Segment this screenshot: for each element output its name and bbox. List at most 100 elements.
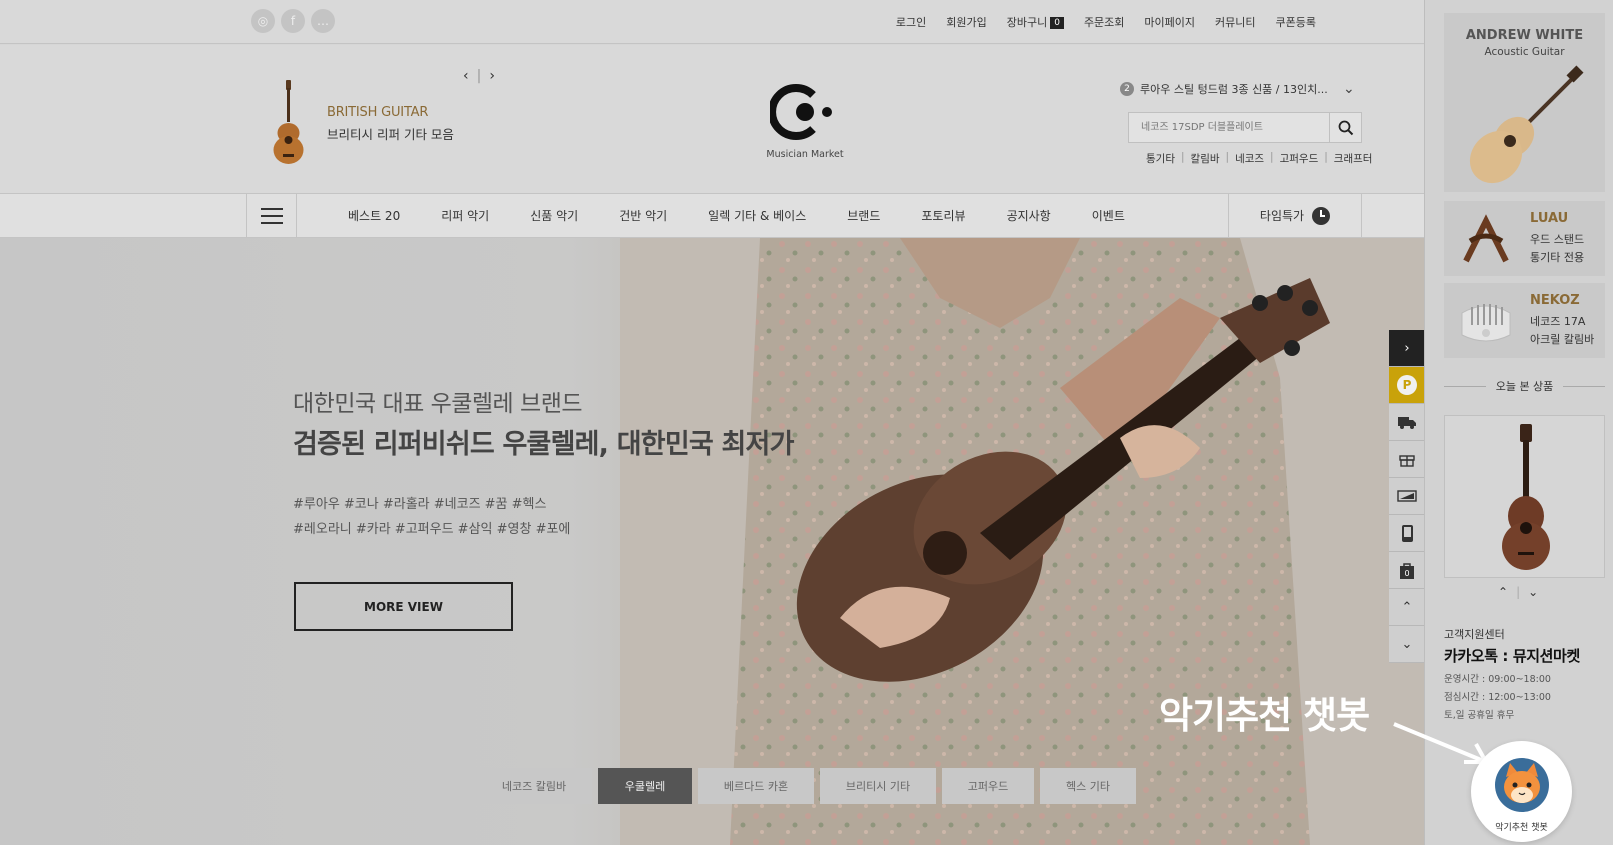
promo-next-icon[interactable]: › — [489, 68, 495, 84]
clock-icon — [1312, 206, 1331, 225]
today-viewed-pager: ⌃ | ⌄ — [1498, 585, 1539, 599]
banner-brand: LUAU — [1530, 211, 1569, 226]
chatbot-callout-label: 악기추천 챗봇 — [1159, 694, 1370, 737]
keyword-link[interactable]: 고퍼우드 — [1280, 151, 1319, 166]
arrow-down-icon[interactable]: ⌄ — [1389, 626, 1425, 663]
chevron-down-icon[interactable]: ⌄ — [1528, 585, 1538, 599]
promo-title[interactable]: BRITISH GUITAR — [327, 105, 428, 120]
timesale-label: 타임특가 — [1259, 209, 1305, 223]
notice-number: 2 — [1120, 82, 1134, 96]
banner-line2: 통기타 전용 — [1530, 251, 1585, 264]
site-logo[interactable]: Musician Market — [760, 81, 850, 160]
chevron-down-icon[interactable]: ⌄ — [1343, 81, 1355, 97]
order-lookup-link[interactable]: 주문조회 — [1084, 14, 1124, 30]
banner-line1: 우드 스탠드 — [1530, 233, 1585, 246]
mypage-link[interactable]: 마이페이지 — [1144, 14, 1195, 30]
coin-icon[interactable]: P — [1389, 367, 1425, 404]
hero-tags-line2: #레오라니 #카라 #고퍼우드 #삼익 #영창 #포에 — [293, 522, 571, 537]
nav-item-electric[interactable]: 일렉 기타 & 베이스 — [708, 207, 806, 224]
hamburger-menu-icon[interactable] — [246, 194, 297, 237]
today-viewed-item[interactable] — [1444, 415, 1605, 578]
cart-link[interactable]: 장바구니 0 — [1007, 14, 1064, 30]
top-utility-bar: ◎ f … 로그인 회원가입 장바구니 0 주문조회 마이페이지 커뮤니티 쿠폰등… — [0, 0, 1424, 44]
logo-caption: Musician Market — [766, 149, 844, 160]
signup-link[interactable]: 회원가입 — [946, 14, 986, 30]
nav-item-photo-review[interactable]: 포토리뷰 — [921, 207, 965, 224]
banner-luau-stand[interactable]: LUAU 우드 스탠드 통기타 전용 — [1444, 201, 1605, 276]
cat-mascot-icon — [1495, 758, 1549, 812]
tab-cajon[interactable]: 베르다드 카혼 — [698, 768, 814, 804]
chevron-up-icon[interactable]: ⌃ — [1498, 585, 1508, 599]
keyword-link[interactable]: 네코즈 — [1235, 151, 1264, 166]
cs-center-label: 고객지원센터 — [1444, 628, 1505, 641]
arrow-up-icon[interactable]: ⌃ — [1389, 589, 1425, 626]
banner-line1: 네코즈 17A — [1530, 315, 1586, 328]
cs-kakao-id[interactable]: 카카오톡 : 뮤지션마켓 — [1444, 645, 1580, 666]
tab-ukulele[interactable]: 우쿨렐레 — [598, 768, 692, 804]
nav-item-notice[interactable]: 공지사항 — [1007, 207, 1051, 224]
facebook-icon[interactable]: f — [281, 9, 305, 33]
nav-item-brand[interactable]: 브랜드 — [847, 207, 880, 224]
keyword-link[interactable]: 크래프터 — [1334, 151, 1373, 166]
quick-bar: › P 0 ⌃ ⌄ — [1389, 330, 1425, 663]
header: ‹ | › BRITISH GUITAR 브리티시 리퍼 기타 모음 Music… — [0, 45, 1424, 193]
arrow-right-icon[interactable]: › — [1389, 330, 1425, 367]
kalimba-image — [1461, 304, 1511, 342]
banner-title: ANDREW WHITE — [1465, 28, 1584, 43]
instagram-icon[interactable]: ◎ — [251, 9, 275, 33]
hero-banner: 대한민국 대표 우쿨렐레 브랜드 검증된 리퍼비쉬드 우쿨렐레, 대한민국 최저… — [0, 238, 1424, 845]
chatbot-button[interactable]: 악기추천 챗봇 — [1471, 741, 1572, 842]
banner-brand: NEKOZ — [1530, 293, 1580, 308]
timesale-button[interactable]: 타임특가 — [1228, 194, 1362, 237]
cs-hours: 운영시간 : 09:00~18:00 — [1444, 674, 1551, 685]
cs-lunch: 점심시간 : 12:00~13:00 — [1444, 692, 1551, 703]
tab-hex-guitar[interactable]: 헥스 기타 — [1040, 768, 1136, 804]
util-links: 로그인 회원가입 장바구니 0 주문조회 마이페이지 커뮤니티 쿠폰등록 — [896, 0, 1316, 44]
ukulele-image — [1502, 424, 1550, 570]
coupon-icon[interactable] — [1389, 478, 1425, 515]
banner-nekoz-kalimba[interactable]: NEKOZ 네코즈 17A 아크릴 칼림바 — [1444, 283, 1605, 358]
banner-subtitle: Acoustic Guitar — [1484, 46, 1565, 58]
banner-line2: 아크릴 칼림바 — [1530, 333, 1595, 346]
nav-item-event[interactable]: 이벤트 — [1092, 207, 1125, 224]
tab-gopherwood[interactable]: 고퍼우드 — [942, 768, 1034, 804]
gift-icon[interactable] — [1389, 441, 1425, 478]
notice-ticker[interactable]: 2 루아우 스틸 텅드럼 3종 신품 / 13인치... — [1120, 81, 1328, 97]
coupon-register-link[interactable]: 쿠폰등록 — [1276, 14, 1316, 30]
bag-icon[interactable]: 0 — [1389, 552, 1425, 589]
banner-andrew-white[interactable]: ANDREW WHITE Acoustic Guitar — [1444, 13, 1605, 192]
acoustic-guitar-image — [1469, 65, 1584, 184]
acoustic-guitar-image[interactable] — [268, 78, 308, 166]
nav-item-new[interactable]: 신품 악기 — [530, 207, 578, 224]
community-link[interactable]: 커뮤니티 — [1215, 14, 1255, 30]
bag-count: 0 — [1404, 569, 1409, 578]
talk-icon[interactable]: … — [311, 9, 335, 33]
guitar-stand-image — [1463, 214, 1509, 263]
hero-subtitle: 대한민국 대표 우쿨렐레 브랜드 — [293, 391, 583, 417]
search-input[interactable] — [1129, 113, 1329, 142]
nav-item-refurb[interactable]: 리퍼 악기 — [441, 207, 489, 224]
tab-british-guitar[interactable]: 브리티시 기타 — [820, 768, 936, 804]
hero-title: 검증된 리퍼비쉬드 우쿨렐레, 대한민국 최저가 — [293, 429, 794, 460]
chatbot-button-label: 악기추천 챗봇 — [1495, 823, 1548, 833]
phone-icon[interactable] — [1389, 515, 1425, 552]
promo-arrows: ‹ | › — [463, 68, 495, 84]
nav-item-keyboard[interactable]: 건반 악기 — [619, 207, 667, 224]
cart-count-badge: 0 — [1050, 17, 1064, 29]
search-button[interactable] — [1329, 113, 1361, 142]
logo-mark-icon — [768, 84, 832, 140]
tab-kalimba[interactable]: 네코즈 칼림바 — [476, 768, 592, 804]
login-link[interactable]: 로그인 — [896, 14, 926, 30]
nav-item-best20[interactable]: 베스트 20 — [348, 207, 400, 224]
cart-label: 장바구니 — [1006, 16, 1048, 29]
hero-category-tabs: 네코즈 칼림바 우쿨렐레 베르다드 카혼 브리티시 기타 고퍼우드 헥스 기타 — [476, 768, 1136, 804]
search-icon — [1338, 120, 1353, 135]
more-view-button[interactable]: MORE VIEW — [294, 582, 513, 631]
main-nav: 베스트 20 리퍼 악기 신품 악기 건반 악기 일렉 기타 & 베이스 브랜드… — [0, 193, 1424, 238]
keyword-link[interactable]: 칼림바 — [1191, 151, 1220, 166]
promo-subtitle[interactable]: 브리티시 리퍼 기타 모음 — [327, 124, 454, 143]
truck-icon[interactable] — [1389, 404, 1425, 441]
keyword-link[interactable]: 통기타 — [1146, 151, 1175, 166]
promo-prev-icon[interactable]: ‹ — [463, 68, 469, 84]
hero-tags-line1: #루아우 #코나 #라홀라 #네코즈 #꿈 #헥스 — [293, 497, 547, 512]
